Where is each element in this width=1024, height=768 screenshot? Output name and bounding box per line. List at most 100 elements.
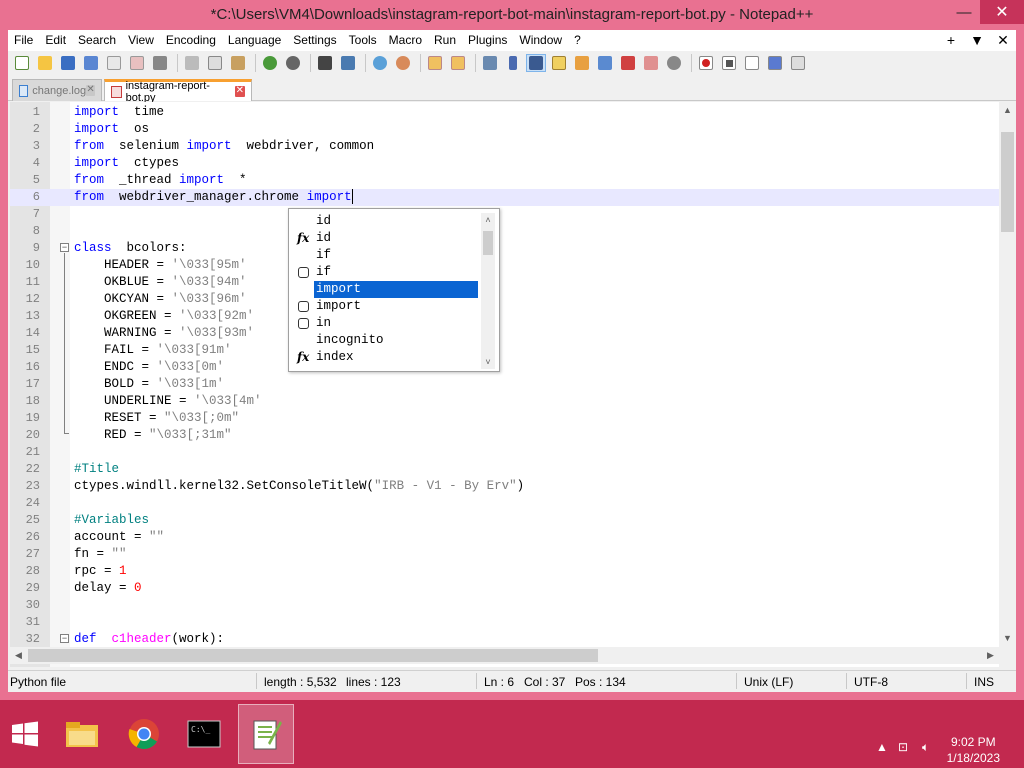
code-line[interactable]: 14 WARNING = '\033[93m' xyxy=(10,325,1000,342)
editor[interactable]: 1 import time 2 import os 3 from selenium imp… xyxy=(10,102,1016,667)
scroll-down-icon[interactable]: ▼ xyxy=(999,630,1016,647)
function-list-icon[interactable] xyxy=(595,54,615,72)
start-button[interactable] xyxy=(2,704,48,764)
code-line[interactable]: 17 BOLD = '\033[1m' xyxy=(10,376,1000,393)
title-bar[interactable]: *C:\Users\VM4\Downloads\instagram-report… xyxy=(0,0,1024,30)
fold-toggle-icon[interactable]: − xyxy=(60,243,69,252)
menu-edit[interactable]: Edit xyxy=(39,30,72,51)
code-line[interactable]: 23 ctypes.windll.kernel32.SetConsoleTitle… xyxy=(10,478,1000,495)
close-tab-icon[interactable]: ✕ xyxy=(86,85,95,96)
cmd-icon[interactable]: C:\_ xyxy=(176,704,232,764)
autocomplete-item[interactable]: incognito xyxy=(293,332,479,349)
new-tab-button[interactable]: + xyxy=(938,30,964,51)
sync-vertical-icon[interactable] xyxy=(425,54,445,72)
menu-language[interactable]: Language xyxy=(222,30,287,51)
code-line[interactable]: 5 from _thread import * xyxy=(10,172,1000,189)
code-line[interactable]: 4 import ctypes xyxy=(10,155,1000,172)
code-line[interactable]: 27 fn = "" xyxy=(10,546,1000,563)
close-all-icon[interactable] xyxy=(127,54,147,72)
menu-help[interactable]: ? xyxy=(568,30,587,51)
code-line[interactable]: 19 RESET = "\033[;0m" xyxy=(10,410,1000,427)
scroll-up-icon[interactable]: ▲ xyxy=(999,102,1016,119)
doc-map-icon[interactable] xyxy=(572,54,592,72)
file-explorer-icon[interactable] xyxy=(54,704,110,764)
scroll-thumb[interactable] xyxy=(28,649,598,662)
code-line[interactable]: 15 FAIL = '\033[91m' xyxy=(10,342,1000,359)
menu-plugins[interactable]: Plugins xyxy=(462,30,513,51)
record-macro-icon[interactable] xyxy=(696,54,716,72)
clock[interactable]: 9:02 PM 1/18/2023 xyxy=(947,734,1000,766)
folder-workspace-icon[interactable] xyxy=(618,54,638,72)
tab-change-log[interactable]: change.log ✕ xyxy=(12,79,102,101)
menu-settings[interactable]: Settings xyxy=(287,30,342,51)
tab-list-button[interactable]: ▼ xyxy=(964,30,990,51)
autocomplete-item[interactable]: fx index xyxy=(293,349,479,366)
vertical-scrollbar[interactable]: ▲ ▼ xyxy=(999,102,1016,667)
code-line[interactable]: 12 OKCYAN = '\033[96m' xyxy=(10,291,1000,308)
scroll-up-icon[interactable]: ˄ xyxy=(481,213,495,227)
menu-encoding[interactable]: Encoding xyxy=(160,30,222,51)
code-line[interactable]: 28 rpc = 1 xyxy=(10,563,1000,580)
udl-icon[interactable] xyxy=(549,54,569,72)
code-line[interactable]: 25 #Variables xyxy=(10,512,1000,529)
code-line[interactable]: 26 account = "" xyxy=(10,529,1000,546)
replace-icon[interactable] xyxy=(338,54,358,72)
autocomplete-item[interactable]: if xyxy=(293,247,479,264)
tab-instagram-report-bot[interactable]: instagram-report-bot.py ✕ xyxy=(104,79,252,104)
close-icon[interactable] xyxy=(104,54,124,72)
save-all-icon[interactable] xyxy=(81,54,101,72)
print-icon[interactable] xyxy=(150,54,170,72)
open-file-icon[interactable] xyxy=(35,54,55,72)
notepadpp-icon[interactable] xyxy=(238,704,294,764)
code-line[interactable]: 24 xyxy=(10,495,1000,512)
menu-tools[interactable]: Tools xyxy=(343,30,383,51)
code-line[interactable]: 10 HEADER = '\033[95m' xyxy=(10,257,1000,274)
chrome-icon[interactable] xyxy=(116,704,172,764)
code-line[interactable]: 29 delay = 0 xyxy=(10,580,1000,597)
indent-guide-icon[interactable] xyxy=(526,54,546,72)
menu-file[interactable]: File xyxy=(8,30,39,51)
code-line[interactable]: 31 xyxy=(10,614,1000,631)
network-icon[interactable]: ⊡ xyxy=(898,740,908,754)
save-macro-icon[interactable] xyxy=(788,54,808,72)
code-line[interactable]: 3 from selenium import webdriver, common xyxy=(10,138,1000,155)
zoom-in-icon[interactable] xyxy=(370,54,390,72)
monitor-icon[interactable] xyxy=(641,54,661,72)
scroll-thumb[interactable] xyxy=(1001,132,1014,232)
menu-window[interactable]: Window xyxy=(513,30,568,51)
autocomplete-item[interactable]: import xyxy=(293,298,479,315)
undo-icon[interactable] xyxy=(260,54,280,72)
paste-icon[interactable] xyxy=(228,54,248,72)
show-hidden-icons-icon[interactable]: ▲ xyxy=(876,740,888,754)
sync-horizontal-icon[interactable] xyxy=(448,54,468,72)
zoom-out-icon[interactable] xyxy=(393,54,413,72)
run-macro-multiple-icon[interactable] xyxy=(765,54,785,72)
code-line[interactable]: 32 def c1header(work): xyxy=(10,631,1000,648)
menu-view[interactable]: View xyxy=(122,30,160,51)
code-line[interactable]: 30 xyxy=(10,597,1000,614)
autocomplete-item[interactable]: if xyxy=(293,264,479,281)
code-line[interactable]: 2 import os xyxy=(10,121,1000,138)
close-doc-button[interactable]: ✕ xyxy=(990,30,1016,51)
new-file-icon[interactable] xyxy=(12,54,32,72)
code-line[interactable]: 13 OKGREEN = '\033[92m' xyxy=(10,308,1000,325)
close-button[interactable]: ✕ xyxy=(980,0,1024,24)
code-line[interactable]: 16 ENDC = '\033[0m' xyxy=(10,359,1000,376)
code-line[interactable]: 20 RED = "\033[;31m" xyxy=(10,427,1000,444)
save-icon[interactable] xyxy=(58,54,78,72)
code-line[interactable]: 6 from webdriver_manager.chrome import xyxy=(10,189,1000,206)
code-line[interactable]: 11 OKBLUE = '\033[94m' xyxy=(10,274,1000,291)
code-line[interactable]: 7 xyxy=(10,206,1000,223)
eye-icon[interactable] xyxy=(664,54,684,72)
menu-macro[interactable]: Macro xyxy=(383,30,428,51)
horizontal-scrollbar[interactable]: ◀ ▶ xyxy=(10,647,999,664)
word-wrap-icon[interactable] xyxy=(480,54,500,72)
code-line[interactable]: 1 import time xyxy=(10,104,1000,121)
fold-toggle-icon[interactable]: − xyxy=(60,634,69,643)
autocomplete-item[interactable]: import xyxy=(293,281,479,298)
code-line[interactable]: 18 UNDERLINE = '\033[4m' xyxy=(10,393,1000,410)
scroll-right-icon[interactable]: ▶ xyxy=(982,647,999,664)
scroll-down-icon[interactable]: ˅ xyxy=(481,355,495,369)
cut-icon[interactable] xyxy=(182,54,202,72)
redo-icon[interactable] xyxy=(283,54,303,72)
